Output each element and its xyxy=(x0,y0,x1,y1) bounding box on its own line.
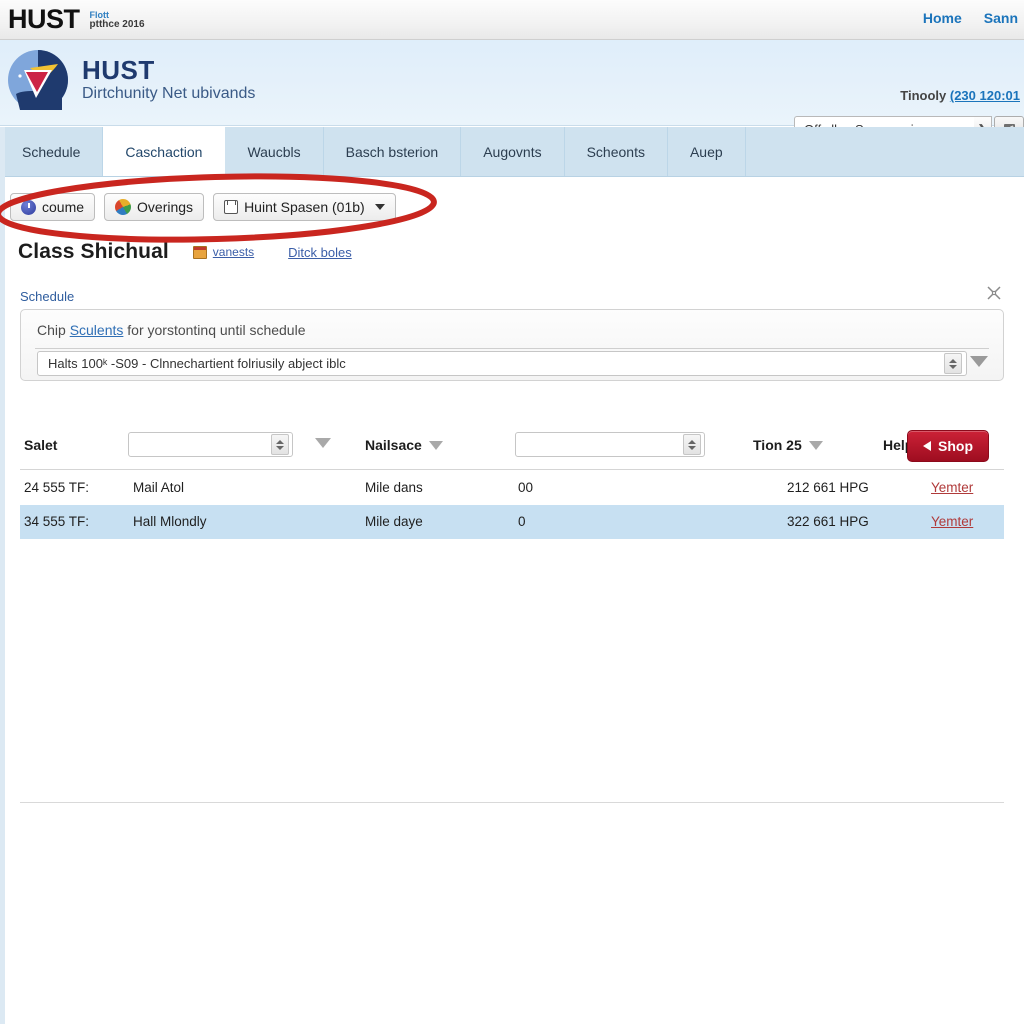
top-brand-subtitle: Flott ptthce 2016 xyxy=(90,9,145,31)
site-header: HUST Dirtchunity Net ubivands Tinooly (2… xyxy=(0,40,1024,143)
tab-label: Caschaction xyxy=(125,143,203,160)
toolbar-button-coume[interactable]: coume xyxy=(10,193,96,221)
stepper-icon[interactable] xyxy=(271,434,289,455)
print-icon xyxy=(224,200,239,214)
calendar-icon[interactable] xyxy=(192,245,207,259)
sort-descending-icon xyxy=(428,440,443,450)
column-label: Salet xyxy=(24,437,58,453)
tab-augovnts[interactable]: Augovnts xyxy=(461,127,565,176)
account-label: Tinooly xyxy=(900,88,947,103)
logo-subtitle: Dirtchunity Net ubivands xyxy=(82,85,256,103)
column-label: Tion 25 xyxy=(753,437,802,453)
top-nav-home[interactable]: Home xyxy=(923,10,962,26)
sort-descending-icon xyxy=(808,440,823,450)
cell-tion: 322 661 HPG xyxy=(787,514,869,529)
column-label: Nailsace xyxy=(365,437,422,453)
top-nav-sann[interactable]: Sann xyxy=(984,10,1018,26)
top-brand-sub-line2: ptthce 2016 xyxy=(89,18,145,30)
cell-nailsace: Mile daye xyxy=(365,514,423,529)
cell-salet: 24 555 TF: xyxy=(24,480,90,495)
column-filter-input-1[interactable] xyxy=(128,432,293,457)
toolbar-button-label: Huint Spasen (01b) xyxy=(244,199,365,215)
page-title-row: Class Shichual vanests Ditck boles xyxy=(18,240,352,264)
top-nav: Home Sann xyxy=(923,10,1024,26)
cell-action-link[interactable]: Yemter xyxy=(931,514,973,529)
tab-strip: Schedule Caschaction Waucbls Basch bster… xyxy=(0,127,1024,177)
cell-nailsace: Mile dans xyxy=(365,480,423,495)
account-id-link[interactable]: (230 120:01 xyxy=(950,88,1020,103)
section-label-schedule: Schedule xyxy=(20,289,75,304)
tab-label: Scheonts xyxy=(586,143,645,160)
left-arrow-icon xyxy=(923,441,931,451)
logo-icon xyxy=(6,48,70,112)
cell-salet: 34 555 TF: xyxy=(24,514,90,529)
cell-tion: 212 661 HPG xyxy=(787,480,869,495)
top-brandmark: HUST xyxy=(8,4,80,34)
tab-label: Waucbls xyxy=(247,143,301,160)
tab-schedule[interactable]: Schedule xyxy=(0,127,104,176)
toolbar-button-label: coume xyxy=(42,199,85,215)
cell-name: Mail Atol xyxy=(133,480,185,495)
globe-icon xyxy=(115,199,132,215)
tab-label: Auep xyxy=(689,143,723,160)
schedule-search-input[interactable]: Halts 100ᵏ -S09 - Clnnechartient folrius… xyxy=(37,351,967,376)
table-row[interactable]: 34 555 TF: Hall Mlondly Mile daye 0 322 … xyxy=(20,505,1004,539)
hint-suffix: for yorstontinq until schedule xyxy=(123,322,306,338)
toolbar-button-huint-spasen[interactable]: Huint Spasen (01b) xyxy=(213,193,396,221)
table-header: Salet Nailsace Tion 25 Help Shop xyxy=(20,424,1004,470)
column-header-tion[interactable]: Tion 25 xyxy=(753,437,823,453)
browser-top-bar: HUST Flott ptthce 2016 Home Sann xyxy=(0,0,1024,40)
filter-panel: Chip Sculents for yorstontinq until sche… xyxy=(20,309,1004,381)
table-row[interactable]: 24 555 TF: Mail Atol Mile dans 00 212 66… xyxy=(20,471,1004,505)
clock-icon xyxy=(21,199,36,215)
filter-panel-hint: Chip Sculents for yorstontinq until sche… xyxy=(37,322,306,338)
shop-button-label: Shop xyxy=(938,438,973,454)
cell-qty: 00 xyxy=(518,480,534,495)
tab-waucbls[interactable]: Waucbls xyxy=(225,127,324,176)
account-line: Tinooly (230 120:01 xyxy=(900,88,1020,103)
page-link-calendar[interactable]: vanests xyxy=(213,245,254,259)
page-root: HUST Flott ptthce 2016 Home Sann HUST Di… xyxy=(0,0,1024,1024)
logo-title: HUST xyxy=(82,54,155,85)
cell-qty: 0 xyxy=(518,514,526,529)
tab-label: Augovnts xyxy=(483,143,542,160)
tab-label: Schedule xyxy=(22,143,81,160)
hint-prefix: Chip xyxy=(37,322,70,338)
toolbar-button-label: Overings xyxy=(137,199,194,215)
tab-auep[interactable]: Auep xyxy=(668,127,746,176)
dropdown-caret-icon[interactable] xyxy=(970,356,988,367)
shop-button[interactable]: Shop xyxy=(907,430,989,462)
logo-text: HUST Dirtchunity Net ubivands xyxy=(82,54,256,103)
column-filter-caret-1[interactable] xyxy=(315,438,331,448)
cell-action-link[interactable]: Yemter xyxy=(931,480,973,495)
toolbar-button-overings[interactable]: Overings xyxy=(104,193,205,221)
tab-label: Basch bsterion xyxy=(345,143,439,160)
content-bottom-divider xyxy=(20,802,1004,803)
cell-name: Hall Mlondly xyxy=(133,514,207,529)
column-header-salet[interactable]: Salet xyxy=(24,437,57,453)
hint-link[interactable]: Sculents xyxy=(70,322,124,338)
collapse-icon[interactable] xyxy=(986,286,1002,302)
page-title: Class Shichual xyxy=(18,240,169,263)
panel-divider xyxy=(35,348,989,349)
tab-scheonts[interactable]: Scheonts xyxy=(565,127,668,176)
chevron-down-icon xyxy=(374,204,385,210)
page-link-secondary[interactable]: Ditck boles xyxy=(288,245,352,260)
tab-caschaction[interactable]: Caschaction xyxy=(103,127,226,176)
stepper-icon[interactable] xyxy=(944,353,962,374)
tab-basch-bsterion[interactable]: Basch bsterion xyxy=(324,127,462,176)
schedule-search-value: Halts 100ᵏ -S09 - Clnnechartient folrius… xyxy=(48,356,346,371)
site-logo[interactable]: HUST Dirtchunity Net ubivands xyxy=(6,48,255,112)
stepper-icon[interactable] xyxy=(683,434,701,455)
action-toolbar: coume Overings Huint Spasen (01b) xyxy=(0,178,1024,236)
column-filter-input-2[interactable] xyxy=(515,432,705,457)
page-left-edge xyxy=(0,127,5,1024)
column-header-nailsace[interactable]: Nailsace xyxy=(365,437,443,453)
